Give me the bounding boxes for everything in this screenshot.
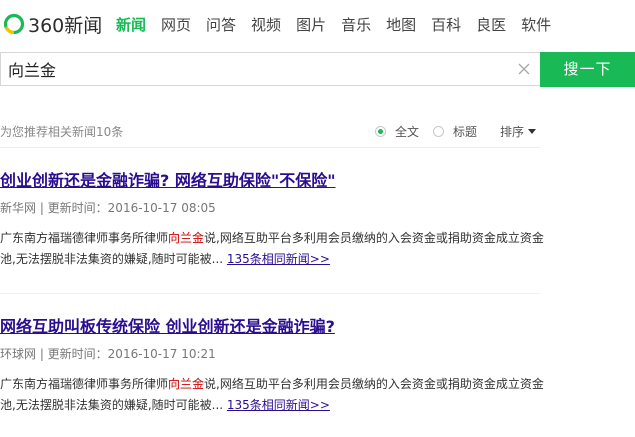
result-item: 创业创新还是金融诈骗? 网络互助保险"不保险" 新华网 | 更新时间：2016-… [0,170,545,270]
nav-item-qa[interactable]: 问答 [206,14,236,36]
result-item: 网络互助叫板传统保险 创业创新还是金融诈骗? 环球网 | 更新时间：2016-1… [0,316,545,416]
top-nav: 新闻 网页 问答 视频 图片 音乐 地图 百科 良医 软件 [116,14,566,36]
radio-checked-icon [375,126,386,137]
result-meta: 环球网 | 更新时间：2016-10-17 10:21 [0,347,216,361]
radio-unchecked-icon [433,126,444,137]
radio-label-fulltext: 全文 [395,125,420,139]
snippet-text: 广东南方福瑞德律师事务所律师 [0,377,169,391]
nav-item-news[interactable]: 新闻 [116,14,146,36]
nav-item-doctor[interactable]: 良医 [476,14,506,36]
result-meta: 新华网 | 更新时间：2016-10-17 08:05 [0,201,216,215]
snippet-highlight: 向兰金 [168,231,205,245]
recommend-count-text: 为您推荐相关新闻10条 [0,125,124,139]
radio-label-title: 标题 [453,125,478,139]
same-news-link[interactable]: 135条相同新闻>> [227,252,330,266]
360-logo-icon [3,13,25,35]
search-input[interactable] [8,53,498,85]
logo[interactable]: 360新闻 [3,10,102,38]
result-title-link[interactable]: 网络互助叫板传统保险 创业创新还是金融诈骗? [0,316,335,338]
sort-dropdown[interactable]: 排序 [500,123,537,140]
nav-item-music[interactable]: 音乐 [341,14,371,36]
caret-down-icon [528,129,537,134]
result-snippet: 广东南方福瑞德律师事务所律师向兰金说,网络互助平台多利用会员缴纳的入会资金或捐助… [0,228,545,270]
filter-title-radio[interactable]: 标题 [433,123,477,140]
result-toolbar: 为您推荐相关新闻10条 全文 标题 排序 [0,120,540,142]
header: 360新闻 新闻 网页 问答 视频 图片 音乐 地图 百科 良医 软件 [0,0,635,50]
close-icon[interactable] [516,61,532,77]
nav-item-map[interactable]: 地图 [386,14,416,36]
nav-item-images[interactable]: 图片 [296,14,326,36]
same-news-link[interactable]: 135条相同新闻>> [227,398,330,412]
result-divider [0,293,540,294]
result-title-link[interactable]: 创业创新还是金融诈骗? 网络互助保险"不保险" [0,170,336,192]
nav-item-software[interactable]: 软件 [521,14,551,36]
filter-fulltext-radio[interactable]: 全文 [375,123,419,140]
sort-label: 排序 [500,125,525,139]
toolbar-divider [0,147,540,148]
search-button[interactable]: 搜一下 [540,52,635,87]
search-box [0,52,540,86]
nav-item-baike[interactable]: 百科 [431,14,461,36]
nav-item-video[interactable]: 视频 [251,14,281,36]
nav-item-web[interactable]: 网页 [161,14,191,36]
logo-text: 360新闻 [28,14,103,37]
snippet-text: 广东南方福瑞德律师事务所律师 [0,231,169,245]
snippet-highlight: 向兰金 [168,377,205,391]
result-snippet: 广东南方福瑞德律师事务所律师向兰金说,网络互助平台多利用会员缴纳的入会资金或捐助… [0,374,545,416]
